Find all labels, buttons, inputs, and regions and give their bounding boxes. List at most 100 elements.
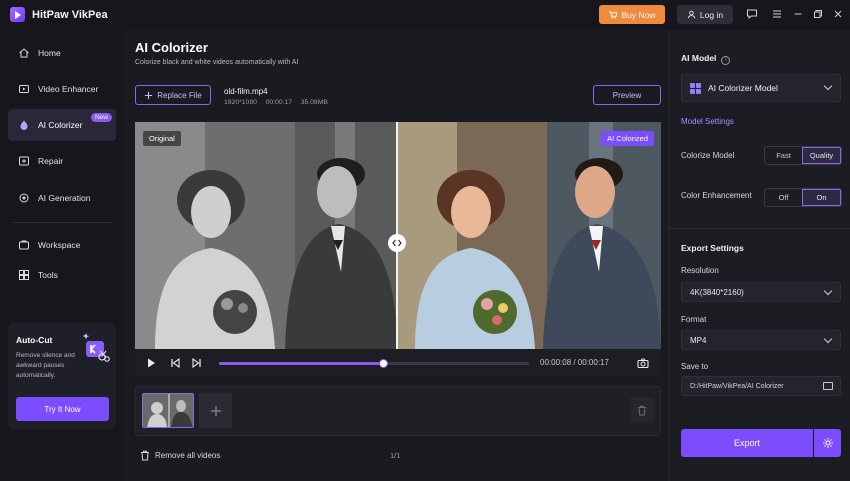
new-badge: New bbox=[90, 113, 112, 122]
folder-icon[interactable] bbox=[823, 382, 833, 390]
colorize-model-label: Colorize Model bbox=[681, 151, 735, 160]
model-select[interactable]: AI Colorizer Model bbox=[681, 74, 841, 102]
remove-all-label: Remove all videos bbox=[155, 451, 221, 460]
replace-file-label: Replace File bbox=[157, 90, 202, 100]
buy-now-label: Buy Now bbox=[621, 9, 656, 20]
model-settings-link[interactable]: Model Settings bbox=[681, 117, 734, 126]
buy-now-button[interactable]: Buy Now bbox=[599, 5, 665, 24]
model-grid-icon bbox=[690, 82, 701, 94]
sidebar-item-ai-generation[interactable]: AI Generation bbox=[8, 182, 116, 214]
login-label: Log in bbox=[699, 9, 724, 20]
app-logo bbox=[10, 7, 25, 22]
page-title: AI Colorizer bbox=[135, 40, 208, 55]
auto-cut-icon bbox=[80, 331, 110, 363]
previous-frame-icon[interactable] bbox=[169, 357, 181, 369]
video-enhancer-icon bbox=[17, 83, 30, 96]
plus-icon bbox=[145, 91, 153, 99]
sidebar-item-video-enhancer[interactable]: Video Enhancer bbox=[8, 73, 116, 105]
auto-cut-promo: Auto-Cut Remove silence and awkward paus… bbox=[8, 323, 116, 429]
app-window: HitPaw VikPea Buy Now Log in Home Video … bbox=[0, 0, 850, 481]
user-icon bbox=[687, 10, 696, 19]
restore-icon[interactable] bbox=[812, 8, 824, 20]
minimize-icon[interactable] bbox=[792, 8, 804, 20]
try-it-now-button[interactable]: Try It Now bbox=[16, 397, 109, 421]
sidebar-item-repair[interactable]: Repair bbox=[8, 145, 116, 177]
sidebar-item-label: AI Generation bbox=[38, 193, 91, 203]
export-settings-heading: Export Settings bbox=[681, 243, 744, 253]
trash-icon bbox=[638, 405, 646, 415]
playback-time: 00:00:08 / 00:00:17 bbox=[540, 358, 609, 367]
promo-title: Auto-Cut bbox=[16, 335, 53, 345]
login-button[interactable]: Log in bbox=[677, 5, 733, 24]
page-subtitle: Colorize black and white videos automati… bbox=[135, 59, 299, 66]
sidebar-item-tools[interactable]: Tools bbox=[8, 259, 116, 291]
panel-divider bbox=[669, 228, 850, 229]
model-selected: AI Colorizer Model bbox=[708, 83, 778, 93]
chevron-down-icon bbox=[823, 334, 833, 344]
palette-icon bbox=[17, 119, 30, 132]
original-label: Original bbox=[143, 131, 181, 146]
video-counter: 1/1 bbox=[390, 451, 401, 460]
sidebar-item-workspace[interactable]: Workspace bbox=[8, 229, 116, 261]
delete-clip-button[interactable] bbox=[630, 397, 654, 423]
close-icon[interactable] bbox=[832, 8, 844, 20]
playback-progress-fill bbox=[219, 362, 384, 365]
playback-scrubber[interactable] bbox=[379, 359, 389, 368]
repair-icon bbox=[17, 155, 30, 168]
colorize-model-toggle: Fast Quality bbox=[764, 146, 842, 165]
file-name: old-film.mp4 bbox=[224, 87, 268, 96]
sidebar-item-ai-colorizer[interactable]: AI Colorizer New bbox=[8, 109, 116, 141]
sidebar-item-label: AI Colorizer bbox=[38, 120, 83, 130]
enhancement-on-option[interactable]: On bbox=[802, 189, 841, 206]
plus-icon bbox=[210, 405, 221, 416]
color-enhancement-toggle: Off On bbox=[764, 188, 842, 207]
sidebar-item-label: Home bbox=[38, 48, 61, 58]
format-value: MP4 bbox=[690, 335, 707, 345]
ai-colorized-label: AI Colorized bbox=[601, 131, 654, 146]
colorize-fast-option[interactable]: Fast bbox=[765, 147, 802, 164]
remove-all-videos-button[interactable]: Remove all videos bbox=[140, 450, 220, 461]
format-select[interactable]: MP4 bbox=[681, 330, 841, 350]
export-settings-button[interactable] bbox=[814, 429, 841, 457]
player-controls: 00:00:08 / 00:00:17 bbox=[135, 349, 661, 377]
clip-thumbnail[interactable] bbox=[142, 393, 194, 428]
colorized-frame bbox=[397, 122, 661, 349]
original-frame bbox=[135, 122, 397, 349]
colorize-quality-option[interactable]: Quality bbox=[802, 147, 841, 164]
sidebar-item-label: Video Enhancer bbox=[38, 84, 99, 94]
add-clip-button[interactable] bbox=[199, 393, 232, 428]
file-meta: 1920*1080 00:00:17 35.08MB bbox=[224, 99, 328, 106]
next-frame-icon[interactable] bbox=[191, 357, 203, 369]
play-icon[interactable] bbox=[145, 357, 157, 369]
sidebar: Home Video Enhancer AI Colorizer New Rep… bbox=[0, 30, 124, 481]
save-path-field[interactable]: D:/HitPaw/VikPea/AI Colorizer bbox=[681, 376, 841, 396]
sidebar-item-home[interactable]: Home bbox=[8, 37, 116, 69]
clip-tray bbox=[135, 386, 661, 436]
resolution-value: 4K(3840*2160) bbox=[690, 287, 744, 297]
info-icon[interactable]: i bbox=[721, 56, 731, 65]
title-bar: HitPaw VikPea Buy Now Log in bbox=[0, 0, 850, 30]
app-title: HitPaw VikPea bbox=[32, 9, 108, 21]
playback-progress-bar[interactable] bbox=[219, 359, 529, 368]
save-to-label: Save to bbox=[681, 362, 709, 371]
compare-handle-icon[interactable] bbox=[388, 234, 406, 252]
enhancement-off-option[interactable]: Off bbox=[765, 189, 802, 206]
sidebar-item-label: Workspace bbox=[38, 240, 81, 250]
resolution-select[interactable]: 4K(3840*2160) bbox=[681, 282, 841, 302]
feedback-icon[interactable] bbox=[746, 8, 758, 20]
workspace-icon bbox=[17, 239, 30, 252]
replace-file-button[interactable]: Replace File bbox=[135, 85, 211, 105]
file-resolution: 1920*1080 bbox=[224, 99, 257, 106]
ai-model-heading-text: AI Model bbox=[681, 53, 717, 63]
sidebar-item-label: Tools bbox=[38, 270, 58, 280]
file-size: 35.08MB bbox=[300, 99, 328, 106]
camera-icon[interactable] bbox=[637, 357, 649, 369]
export-button[interactable]: Export bbox=[681, 429, 813, 457]
gear-icon bbox=[822, 438, 833, 448]
menu-icon[interactable] bbox=[771, 8, 783, 20]
format-label: Format bbox=[681, 315, 707, 324]
main-content: AI Colorizer Colorize black and white vi… bbox=[124, 30, 668, 481]
preview-button[interactable]: Preview bbox=[593, 85, 661, 105]
tools-icon bbox=[17, 269, 30, 282]
video-preview[interactable]: Original AI Colorized bbox=[135, 122, 661, 349]
